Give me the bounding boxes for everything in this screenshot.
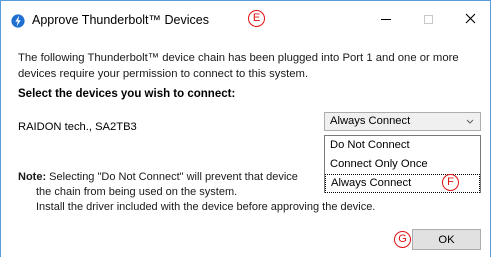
thunderbolt-icon xyxy=(11,13,25,29)
maximize-button[interactable] xyxy=(413,7,443,31)
dropdown-option-connect-only-once[interactable]: Connect Only Once xyxy=(325,155,480,174)
annotation-marker-g: G xyxy=(394,231,411,248)
note-line-2: the chain from being used on the system. xyxy=(36,186,238,198)
device-name-label: RAIDON tech., SA2TB3 xyxy=(18,121,137,133)
minimize-button[interactable] xyxy=(371,7,401,31)
note-label: Note: xyxy=(18,171,47,183)
intro-text: The following Thunderbolt™ device chain … xyxy=(18,52,459,80)
dropdown-option-do-not-connect[interactable]: Do Not Connect xyxy=(325,136,480,155)
note-text: Note: Selecting "Do Not Connect" will pr… xyxy=(18,170,338,185)
select-devices-heading: Select the devices you wish to connect: xyxy=(18,88,236,100)
chevron-down-icon xyxy=(466,113,474,136)
annotation-marker-f: F xyxy=(442,174,459,191)
title-bar: Approve Thunderbolt™ Devices xyxy=(1,1,490,39)
note-line-1: Selecting "Do Not Connect" will prevent … xyxy=(49,171,298,183)
ok-button[interactable]: OK xyxy=(412,229,481,250)
note-line-3: Install the driver included with the dev… xyxy=(36,201,376,213)
connection-mode-dropdown[interactable]: Always Connect xyxy=(324,112,481,131)
annotation-marker-e: E xyxy=(248,10,265,27)
minimize-icon xyxy=(381,18,391,20)
approve-thunderbolt-dialog: Approve Thunderbolt™ Devices E The follo… xyxy=(0,0,491,257)
close-button[interactable] xyxy=(455,7,485,31)
dropdown-selected-value: Always Connect xyxy=(330,115,411,127)
window-title: Approve Thunderbolt™ Devices xyxy=(32,13,209,27)
close-icon xyxy=(465,11,476,27)
maximize-icon xyxy=(423,14,433,24)
